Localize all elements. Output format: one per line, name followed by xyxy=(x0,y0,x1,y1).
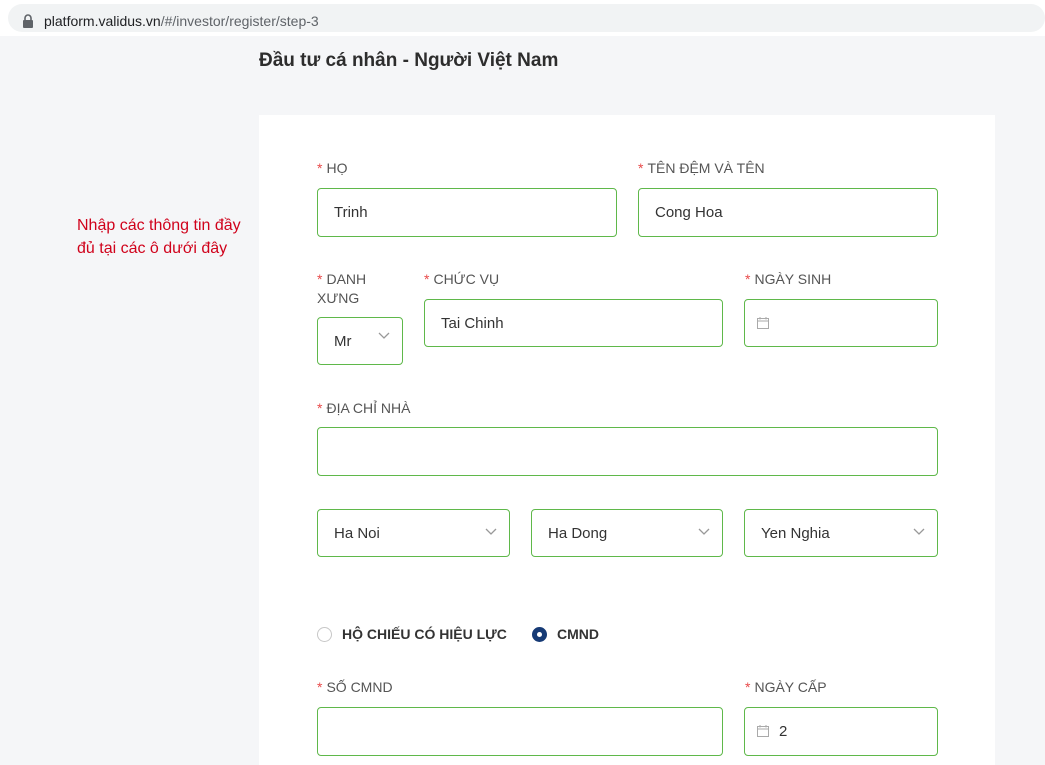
ngay-cap-input[interactable]: 2 xyxy=(744,707,938,756)
ngay-sinh-label: * NGÀY SINH xyxy=(745,270,831,289)
chuc-vu-input[interactable]: Tai Chinh xyxy=(424,299,723,347)
chevron-down-icon xyxy=(698,510,710,555)
required-mark: * xyxy=(638,160,644,176)
radio-cmnd-label: CMND xyxy=(557,626,599,642)
quan-select[interactable]: Ha Dong xyxy=(531,509,723,557)
ho-value: Trinh xyxy=(334,204,368,221)
ho-label-text: HỌ xyxy=(326,160,348,176)
chuc-vu-label: * CHỨC VỤ xyxy=(424,270,499,289)
required-mark: * xyxy=(424,271,430,287)
required-mark: * xyxy=(317,400,323,416)
radio-ho-chieu-circle[interactable] xyxy=(317,626,332,642)
required-mark: * xyxy=(745,679,751,695)
danh-xung-value: Mr xyxy=(334,333,352,350)
calendar-icon xyxy=(757,725,769,737)
tinh-select[interactable]: Ha Noi xyxy=(317,509,510,557)
ho-input[interactable]: Trinh xyxy=(317,188,617,237)
url-host: platform.validus.vn xyxy=(44,13,161,29)
ngay-cap-value: 2 xyxy=(779,723,788,740)
danh-xung-select[interactable]: Mr xyxy=(317,317,403,365)
page-title: Đầu tư cá nhân - Người Việt Nam xyxy=(259,50,559,71)
tinh-value: Ha Noi xyxy=(334,525,380,542)
radio-ho-chieu[interactable]: HỘ CHIẾU CÓ HIỆU LỰC xyxy=(317,626,507,642)
required-mark: * xyxy=(745,271,751,287)
dia-chi-nha-label: * ĐỊA CHỈ NHÀ xyxy=(317,399,410,418)
ten-dem-va-ten-input[interactable]: Cong Hoa xyxy=(638,188,938,237)
so-cmnd-input[interactable] xyxy=(317,707,723,756)
ngay-sinh-label-text: NGÀY SINH xyxy=(754,271,832,287)
radio-cmnd-circle[interactable] xyxy=(532,626,547,642)
url-pill[interactable]: platform.validus.vn/#/investor/register/… xyxy=(8,4,1045,32)
danh-xung-label-text: DANH XƯNG xyxy=(317,271,367,306)
so-cmnd-label-text: SỐ CMND xyxy=(326,679,393,695)
chevron-down-icon xyxy=(378,318,390,359)
dia-chi-nha-label-text: ĐỊA CHỈ NHÀ xyxy=(326,400,411,416)
lock-icon xyxy=(23,14,33,28)
chevron-down-icon xyxy=(485,510,497,555)
browser-address-bar: platform.validus.vn/#/investor/register/… xyxy=(0,0,1045,36)
url-text[interactable]: platform.validus.vn/#/investor/register/… xyxy=(44,13,319,29)
phuong-value: Yen Nghia xyxy=(761,525,830,542)
radio-ho-chieu-label: HỘ CHIẾU CÓ HIỆU LỰC xyxy=(342,626,507,642)
ten-dem-va-ten-label-text: TÊN ĐỆM VÀ TÊN xyxy=(647,160,765,176)
ngay-cap-label-text: NGÀY CẤP xyxy=(754,679,827,695)
chuc-vu-label-text: CHỨC VỤ xyxy=(433,271,500,287)
required-mark: * xyxy=(317,679,323,695)
calendar-icon xyxy=(757,317,769,329)
url-path: /#/investor/register/step-3 xyxy=(160,13,319,29)
ten-dem-va-ten-label: * TÊN ĐỆM VÀ TÊN xyxy=(638,159,765,178)
ngay-sinh-input[interactable] xyxy=(744,299,938,347)
required-mark: * xyxy=(317,160,323,176)
chevron-down-icon xyxy=(913,510,925,555)
required-mark: * xyxy=(317,271,323,287)
quan-value: Ha Dong xyxy=(548,525,608,542)
ten-dem-va-ten-value: Cong Hoa xyxy=(655,204,723,221)
radio-cmnd[interactable]: CMND xyxy=(532,626,599,642)
ngay-cap-label: * NGÀY CẤP xyxy=(745,678,827,697)
chuc-vu-value: Tai Chinh xyxy=(441,315,504,332)
so-cmnd-label: * SỐ CMND xyxy=(317,678,393,697)
registration-form-card: * HỌ Trinh * TÊN ĐỆM VÀ TÊN Cong Hoa * DANH… xyxy=(259,115,995,765)
phuong-select[interactable]: Yen Nghia xyxy=(744,509,938,557)
danh-xung-label: * DANH XƯNG xyxy=(317,270,397,308)
instruction-annotation: Nhập các thông tin đầy đủ tại các ô dưới… xyxy=(77,217,241,257)
dia-chi-nha-input[interactable] xyxy=(317,427,938,476)
ho-label: * HỌ xyxy=(317,159,347,178)
